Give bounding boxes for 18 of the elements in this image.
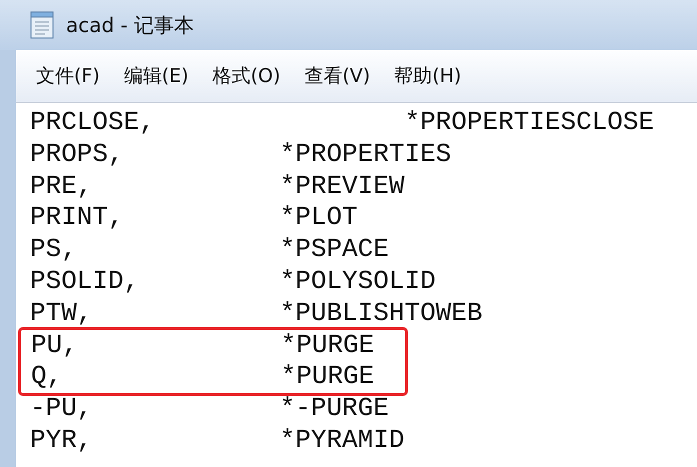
window-title: acad - 记事本: [66, 12, 194, 38]
text-line: PRE, *PREVIEW: [30, 170, 406, 202]
text-line: PS, *PSPACE: [30, 234, 390, 266]
menu-item[interactable]: 文件(F): [28, 59, 108, 93]
menu-item[interactable]: 编辑(E): [116, 59, 197, 93]
menu-item[interactable]: 格式(O): [204, 59, 288, 93]
text-line: -PU, *-PURGE: [30, 393, 390, 425]
text-line: PROPS, *PROPERTIES: [30, 138, 452, 171]
text-line: PRCLOSE, *PROPERTIESCLOSE: [30, 107, 656, 139]
text-line: Q, *PURGE: [31, 361, 376, 394]
menu-item[interactable]: 帮助(H): [386, 59, 470, 93]
menu-item[interactable]: 查看(V): [296, 59, 378, 93]
text-line: PYR, *PYRAMID: [30, 424, 406, 457]
text-line: PRINT, *PLOT: [30, 202, 359, 234]
text-line: PU, *PURGE: [31, 330, 376, 362]
notepad-icon: [30, 11, 54, 39]
text-line: PSOLID, *POLYSOLID: [30, 266, 437, 298]
text-line: PTW, *PUBLISHTOWEB: [30, 298, 484, 330]
